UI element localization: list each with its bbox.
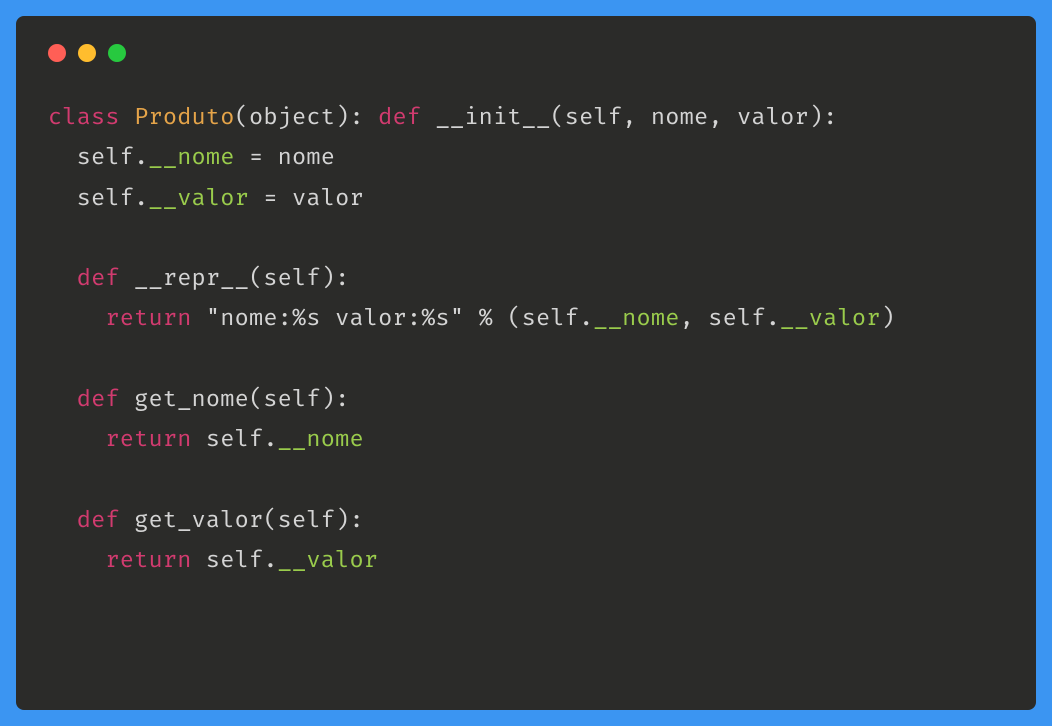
code-text: self.	[48, 185, 148, 213]
keyword-return: return	[105, 426, 191, 454]
code-text: get_nome(self):	[120, 386, 350, 414]
code-text: get_valor(self):	[120, 507, 364, 535]
code-text	[48, 386, 77, 414]
code-text: __(self, nome, valor):	[522, 104, 838, 132]
code-line-5: def __repr__(self):	[48, 265, 349, 293]
code-terminal: class Produto(object): def __init__(self…	[16, 16, 1036, 710]
code-text	[48, 507, 77, 535]
keyword-return: return	[105, 547, 191, 575]
maximize-icon[interactable]	[108, 44, 126, 62]
code-text: __	[120, 265, 163, 293]
code-line-3: self.__valor = valor	[48, 185, 364, 213]
attribute: __nome	[148, 144, 234, 172]
code-line-7	[48, 346, 62, 374]
code-line-4	[48, 225, 62, 253]
code-text	[48, 305, 105, 333]
code-text: __	[421, 104, 464, 132]
keyword-def: def	[378, 104, 421, 132]
attribute: __nome	[278, 426, 364, 454]
code-text: = valor	[249, 185, 364, 213]
close-icon[interactable]	[48, 44, 66, 62]
code-text	[48, 547, 105, 575]
window-controls	[48, 44, 1004, 62]
attribute: __valor	[780, 305, 880, 333]
keyword-class: class	[48, 104, 120, 132]
code-text: self.	[192, 426, 278, 454]
code-text	[48, 265, 77, 293]
code-text: = nome	[235, 144, 335, 172]
class-name: Produto	[134, 104, 234, 132]
code-line-2: self.__nome = nome	[48, 144, 335, 172]
code-line-1: class Produto(object): def __init__(self…	[48, 104, 838, 132]
code-text: self.	[48, 144, 148, 172]
code-text	[48, 426, 105, 454]
code-text: __(self):	[220, 265, 349, 293]
code-line-8: def get_nome(self):	[48, 386, 349, 414]
code-text: self.	[192, 547, 278, 575]
code-line-9: return self.__nome	[48, 426, 364, 454]
attribute: __valor	[278, 547, 378, 575]
attribute: __valor	[148, 185, 248, 213]
code-line-11: def get_valor(self):	[48, 507, 364, 535]
keyword-def: def	[77, 265, 120, 293]
code-block: class Produto(object): def __init__(self…	[48, 98, 1004, 581]
code-line-10	[48, 466, 62, 494]
code-text: (object):	[235, 104, 379, 132]
code-line-6: return "nome:%s valor:%s" % (self.__nome…	[48, 305, 895, 333]
code-text: % (self.	[464, 305, 593, 333]
keyword-def: def	[77, 386, 120, 414]
method-name: repr	[163, 265, 220, 293]
keyword-def: def	[77, 507, 120, 535]
method-name: init	[464, 104, 521, 132]
minimize-icon[interactable]	[78, 44, 96, 62]
code-line-12: return self.__valor	[48, 547, 378, 575]
code-text: )	[881, 305, 895, 333]
string-literal: "nome:%s valor:%s"	[192, 305, 465, 333]
keyword-return: return	[105, 305, 191, 333]
code-text: , self.	[680, 305, 780, 333]
attribute: __nome	[593, 305, 679, 333]
